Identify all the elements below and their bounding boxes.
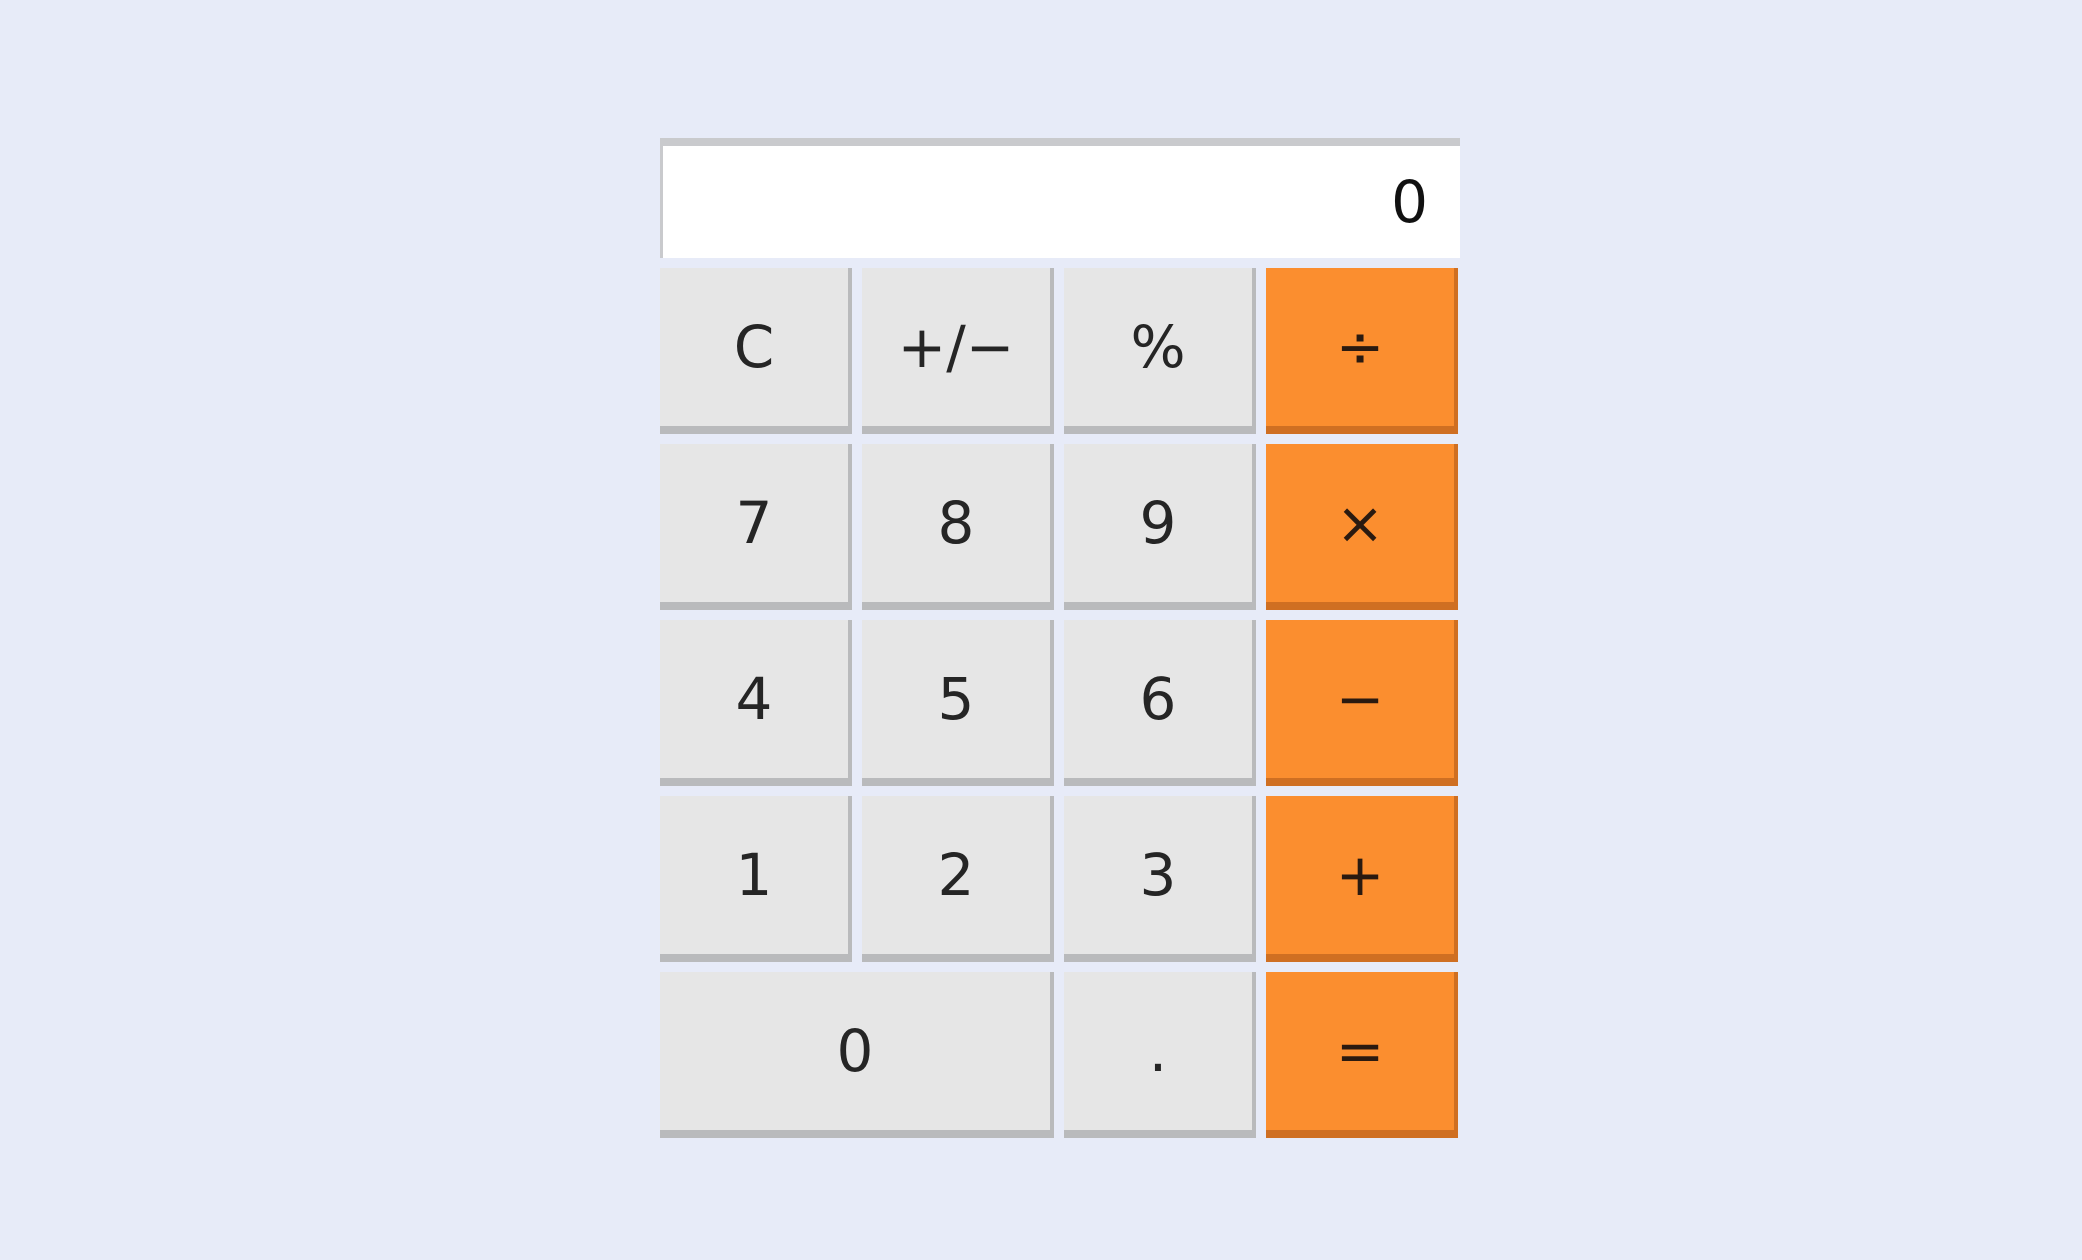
toggle-sign-button[interactable]: +/− <box>862 268 1054 434</box>
display-value: 0 <box>1391 168 1428 236</box>
digit-2-button[interactable]: 2 <box>862 796 1054 962</box>
digit-1-button[interactable]: 1 <box>660 796 852 962</box>
digit-0-button[interactable]: 0 <box>660 972 1054 1138</box>
add-button[interactable]: + <box>1266 796 1458 962</box>
digit-5-button[interactable]: 5 <box>862 620 1054 786</box>
digit-9-button[interactable]: 9 <box>1064 444 1256 610</box>
subtract-button[interactable]: − <box>1266 620 1458 786</box>
clear-button[interactable]: C <box>660 268 852 434</box>
percent-button[interactable]: % <box>1064 268 1256 434</box>
digit-3-button[interactable]: 3 <box>1064 796 1256 962</box>
display: 0 <box>660 138 1460 258</box>
keypad: C +/− % ÷ 7 8 9 × 4 5 6 − 1 2 3 + 0 . = <box>660 268 1460 1138</box>
digit-7-button[interactable]: 7 <box>660 444 852 610</box>
equals-button[interactable]: = <box>1266 972 1458 1138</box>
multiply-button[interactable]: × <box>1266 444 1458 610</box>
digit-6-button[interactable]: 6 <box>1064 620 1256 786</box>
digit-4-button[interactable]: 4 <box>660 620 852 786</box>
decimal-button[interactable]: . <box>1064 972 1256 1138</box>
digit-8-button[interactable]: 8 <box>862 444 1054 610</box>
divide-button[interactable]: ÷ <box>1266 268 1458 434</box>
